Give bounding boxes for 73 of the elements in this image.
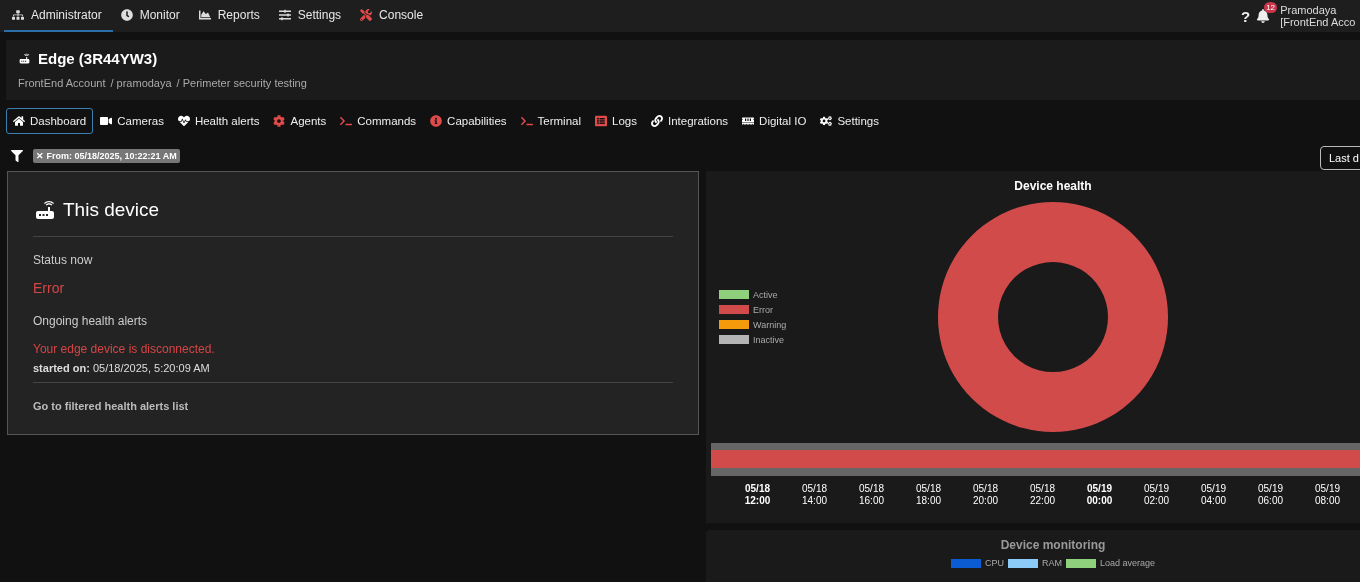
axis-label: 05/18 14:00 xyxy=(801,483,828,507)
gear-icon xyxy=(273,115,286,127)
router-icon xyxy=(33,198,57,222)
legend-label: Error xyxy=(753,304,773,315)
chart-icon xyxy=(198,9,211,21)
legend-label: Warning xyxy=(753,319,787,330)
breadcrumb-link[interactable]: / Perimeter security testing xyxy=(176,77,307,89)
tab[interactable]: Capabilities xyxy=(423,108,514,134)
tab[interactable]: Settings xyxy=(813,108,886,134)
chart-title: Device health xyxy=(1013,179,1093,193)
legend-label: CPU xyxy=(984,558,1004,568)
bell-icon[interactable] xyxy=(1256,9,1271,23)
axis-label: 05/19 08:00 xyxy=(1314,483,1341,507)
axis-label: 05/18 22:00 xyxy=(1029,483,1056,507)
tab[interactable]: Integrations xyxy=(643,108,736,134)
alerts-label: Ongoing health alerts xyxy=(33,314,149,328)
chart-title: Device monitoring xyxy=(999,538,1107,552)
notification-count: 12 xyxy=(1264,2,1278,13)
axis-label: 05/18 18:00 xyxy=(915,483,942,507)
breadcrumb-link[interactable]: / pramodaya xyxy=(110,77,172,89)
status-value: Error xyxy=(33,280,66,296)
gears-icon xyxy=(820,115,833,127)
tab[interactable]: Agents xyxy=(266,108,334,134)
axis-label: 05/18 12:00 xyxy=(743,483,772,507)
help-icon[interactable]: ? xyxy=(1241,7,1251,25)
health-alerts-link[interactable]: Go to filtered health alerts list xyxy=(33,400,189,412)
nav-tab[interactable]: Settings xyxy=(270,0,353,32)
video-camera-icon xyxy=(100,115,113,127)
tab[interactable]: Health alerts xyxy=(170,108,267,134)
page-title: Edge (3R44YW3) xyxy=(38,50,158,67)
nav-tab[interactable]: Reports xyxy=(190,0,271,32)
user-account: [FrontEnd Acco xyxy=(1280,16,1356,28)
axis-label: 05/19 04:00 xyxy=(1200,483,1227,507)
legend-label: Load average xyxy=(1100,558,1156,568)
axis-label: 05/19 06:00 xyxy=(1257,483,1284,507)
link-icon xyxy=(650,115,663,127)
axis-label: 05/18 16:00 xyxy=(858,483,885,507)
legend-label: Inactive xyxy=(753,334,785,345)
tab[interactable]: Commands xyxy=(333,108,424,134)
tab[interactable]: Logs xyxy=(588,108,644,134)
range-button[interactable]: Last d xyxy=(1320,145,1360,170)
sliders-icon xyxy=(278,9,291,21)
tab[interactable]: Cameras xyxy=(93,108,171,134)
terminal-prompt-icon xyxy=(520,115,533,127)
axis-label: 05/19 02:00 xyxy=(1143,483,1170,507)
filter-chip[interactable]: ✕ From: 05/18/2025, 10:22:21 AM xyxy=(33,148,180,163)
filter-icon[interactable] xyxy=(11,149,23,162)
tab[interactable]: Dashboard xyxy=(6,108,94,134)
list-icon xyxy=(595,115,608,127)
memory-chip-icon xyxy=(742,115,755,127)
status-label: Status now xyxy=(33,253,94,267)
axis-label: 05/19 00:00 xyxy=(1085,483,1114,507)
started-on-text: started on: 05/18/2025, 5:20:09 AM xyxy=(33,362,211,374)
nav-tab[interactable]: Administrator xyxy=(4,0,113,32)
card-title: This device xyxy=(63,199,160,221)
tab[interactable]: Terminal xyxy=(513,108,589,134)
tools-icon xyxy=(360,9,373,21)
nav-tab[interactable]: Console xyxy=(352,0,435,32)
home-icon xyxy=(13,115,25,127)
tab[interactable]: Digital IO xyxy=(735,108,814,134)
axis-label: 05/18 20:00 xyxy=(972,483,999,507)
legend-label: Active xyxy=(753,289,778,300)
sitemap-icon xyxy=(12,9,24,21)
router-icon xyxy=(18,52,31,65)
user-name[interactable]: Pramodaya xyxy=(1280,4,1356,16)
clock-icon xyxy=(120,9,133,21)
info-icon xyxy=(430,115,443,127)
nav-tab[interactable]: Monitor xyxy=(112,0,191,32)
alert-message: Your edge device is disconnected. xyxy=(33,342,216,356)
heartbeat-icon xyxy=(177,115,190,127)
breadcrumb-link[interactable]: FrontEnd Account xyxy=(18,77,106,89)
legend-label: RAM xyxy=(1042,558,1062,568)
terminal-prompt-icon xyxy=(340,115,353,127)
